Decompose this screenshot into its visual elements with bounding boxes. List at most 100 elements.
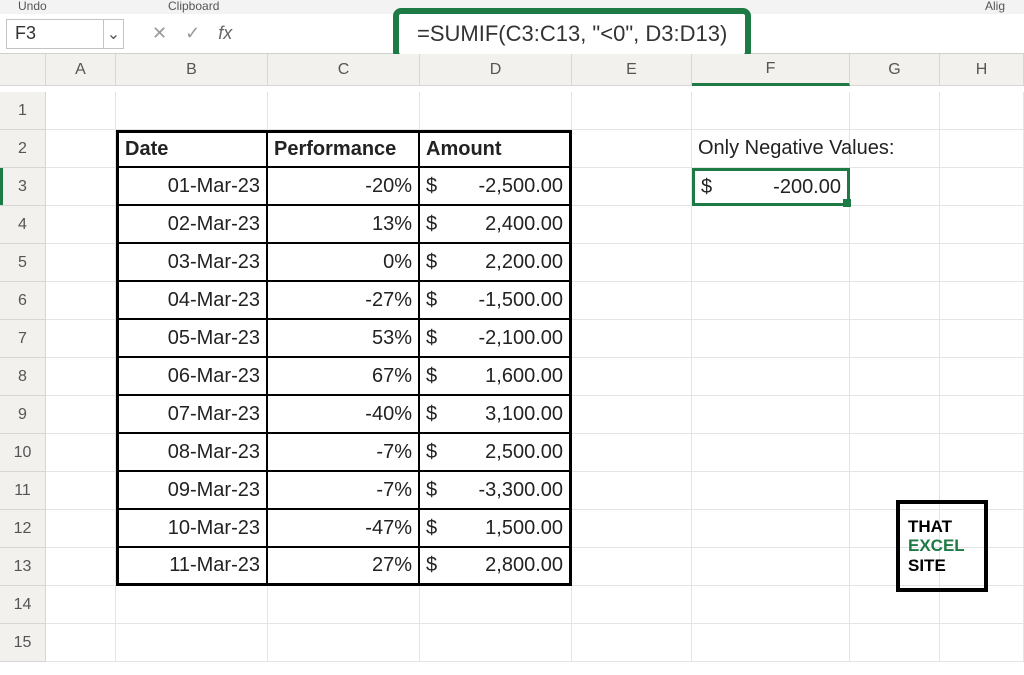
cell-perf-9[interactable]: -7% (268, 472, 420, 510)
cell-F1[interactable] (692, 92, 850, 130)
cell-A6[interactable] (46, 282, 116, 320)
name-box-dropdown[interactable]: ⌄ (104, 19, 124, 49)
cell-H8[interactable] (940, 358, 1024, 396)
cell-F15[interactable] (692, 624, 850, 662)
cell-E11[interactable] (572, 472, 692, 510)
cell-perf-11[interactable]: 27% (268, 548, 420, 586)
cell-F11[interactable] (692, 472, 850, 510)
cell-A4[interactable] (46, 206, 116, 244)
row-header-6[interactable]: 6 (0, 282, 46, 320)
cell-E3[interactable] (572, 168, 692, 206)
row-header-9[interactable]: 9 (0, 396, 46, 434)
cancel-formula-icon[interactable]: ✕ (152, 23, 167, 44)
cell-E5[interactable] (572, 244, 692, 282)
cell-A12[interactable] (46, 510, 116, 548)
cell-H1[interactable] (940, 92, 1024, 130)
row-header-15[interactable]: 15 (0, 624, 46, 662)
col-header-E[interactable]: E (572, 54, 692, 86)
row-header-14[interactable]: 14 (0, 586, 46, 624)
cell-A9[interactable] (46, 396, 116, 434)
cell-date-10[interactable]: 10-Mar-23 (116, 510, 268, 548)
cell-E2[interactable] (572, 130, 692, 168)
cell-A13[interactable] (46, 548, 116, 586)
cell-A5[interactable] (46, 244, 116, 282)
cell-date-8[interactable]: 08-Mar-23 (116, 434, 268, 472)
col-header-F[interactable]: F (692, 54, 850, 86)
cell-amount-10[interactable]: $1,500.00 (420, 510, 572, 548)
cell-date-7[interactable]: 07-Mar-23 (116, 396, 268, 434)
col-header-B[interactable]: B (116, 54, 268, 86)
cell-C14[interactable] (268, 586, 420, 624)
cell-amount-6[interactable]: $1,600.00 (420, 358, 572, 396)
cell-H10[interactable] (940, 434, 1024, 472)
cell-amount-4[interactable]: $-1,500.00 (420, 282, 572, 320)
cell-date-4[interactable]: 04-Mar-23 (116, 282, 268, 320)
cell-E12[interactable] (572, 510, 692, 548)
col-header-C[interactable]: C (268, 54, 420, 86)
cell-date-6[interactable]: 06-Mar-23 (116, 358, 268, 396)
row-header-2[interactable]: 2 (0, 130, 46, 168)
cell-F13[interactable] (692, 548, 850, 586)
cell-date-9[interactable]: 09-Mar-23 (116, 472, 268, 510)
cell-perf-5[interactable]: 53% (268, 320, 420, 358)
row-header-3[interactable]: 3 (0, 168, 46, 206)
cell-F7[interactable] (692, 320, 850, 358)
cell-A10[interactable] (46, 434, 116, 472)
cell-H4[interactable] (940, 206, 1024, 244)
col-header-D[interactable]: D (420, 54, 572, 86)
cell-F10[interactable] (692, 434, 850, 472)
cell-amount-3[interactable]: $2,200.00 (420, 244, 572, 282)
cell-amount-1[interactable]: $-2,500.00 (420, 168, 572, 206)
cell-date-5[interactable]: 05-Mar-23 (116, 320, 268, 358)
cell-G6[interactable] (850, 282, 940, 320)
cell-A7[interactable] (46, 320, 116, 358)
worksheet-grid[interactable]: ABCDEFGH12DatePerformanceAmountOnly Nega… (0, 54, 1024, 662)
cell-H6[interactable] (940, 282, 1024, 320)
cell-E14[interactable] (572, 586, 692, 624)
row-header-12[interactable]: 12 (0, 510, 46, 548)
cell-E1[interactable] (572, 92, 692, 130)
col-header-A[interactable]: A (46, 54, 116, 86)
cell-H3[interactable] (940, 168, 1024, 206)
cell-H15[interactable] (940, 624, 1024, 662)
header-performance[interactable]: Performance (268, 130, 420, 168)
cell-G3[interactable] (850, 168, 940, 206)
cell-A3[interactable] (46, 168, 116, 206)
row-header-1[interactable]: 1 (0, 92, 46, 130)
header-date[interactable]: Date (116, 130, 268, 168)
col-header-G[interactable]: G (850, 54, 940, 86)
cell-date-11[interactable]: 11-Mar-23 (116, 548, 268, 586)
cell-amount-7[interactable]: $3,100.00 (420, 396, 572, 434)
result-cell[interactable]: $-200.00 (692, 168, 850, 206)
cell-C15[interactable] (268, 624, 420, 662)
row-header-11[interactable]: 11 (0, 472, 46, 510)
cell-amount-11[interactable]: $2,800.00 (420, 548, 572, 586)
fx-icon[interactable]: fx (218, 23, 232, 44)
cell-G4[interactable] (850, 206, 940, 244)
cell-A14[interactable] (46, 586, 116, 624)
cell-A15[interactable] (46, 624, 116, 662)
name-box[interactable]: F3 (6, 19, 104, 49)
row-header-4[interactable]: 4 (0, 206, 46, 244)
cell-D1[interactable] (420, 92, 572, 130)
cell-amount-8[interactable]: $2,500.00 (420, 434, 572, 472)
cell-A11[interactable] (46, 472, 116, 510)
row-header-8[interactable]: 8 (0, 358, 46, 396)
cell-perf-6[interactable]: 67% (268, 358, 420, 396)
cell-F6[interactable] (692, 282, 850, 320)
cell-perf-2[interactable]: 13% (268, 206, 420, 244)
cell-perf-7[interactable]: -40% (268, 396, 420, 434)
cell-E4[interactable] (572, 206, 692, 244)
cell-E15[interactable] (572, 624, 692, 662)
cell-B1[interactable] (116, 92, 268, 130)
cell-H2[interactable] (940, 130, 1024, 168)
cell-F9[interactable] (692, 396, 850, 434)
cell-G15[interactable] (850, 624, 940, 662)
cell-G5[interactable] (850, 244, 940, 282)
cell-E7[interactable] (572, 320, 692, 358)
cell-E8[interactable] (572, 358, 692, 396)
cell-G10[interactable] (850, 434, 940, 472)
cell-perf-1[interactable]: -20% (268, 168, 420, 206)
cell-F12[interactable] (692, 510, 850, 548)
row-header-5[interactable]: 5 (0, 244, 46, 282)
